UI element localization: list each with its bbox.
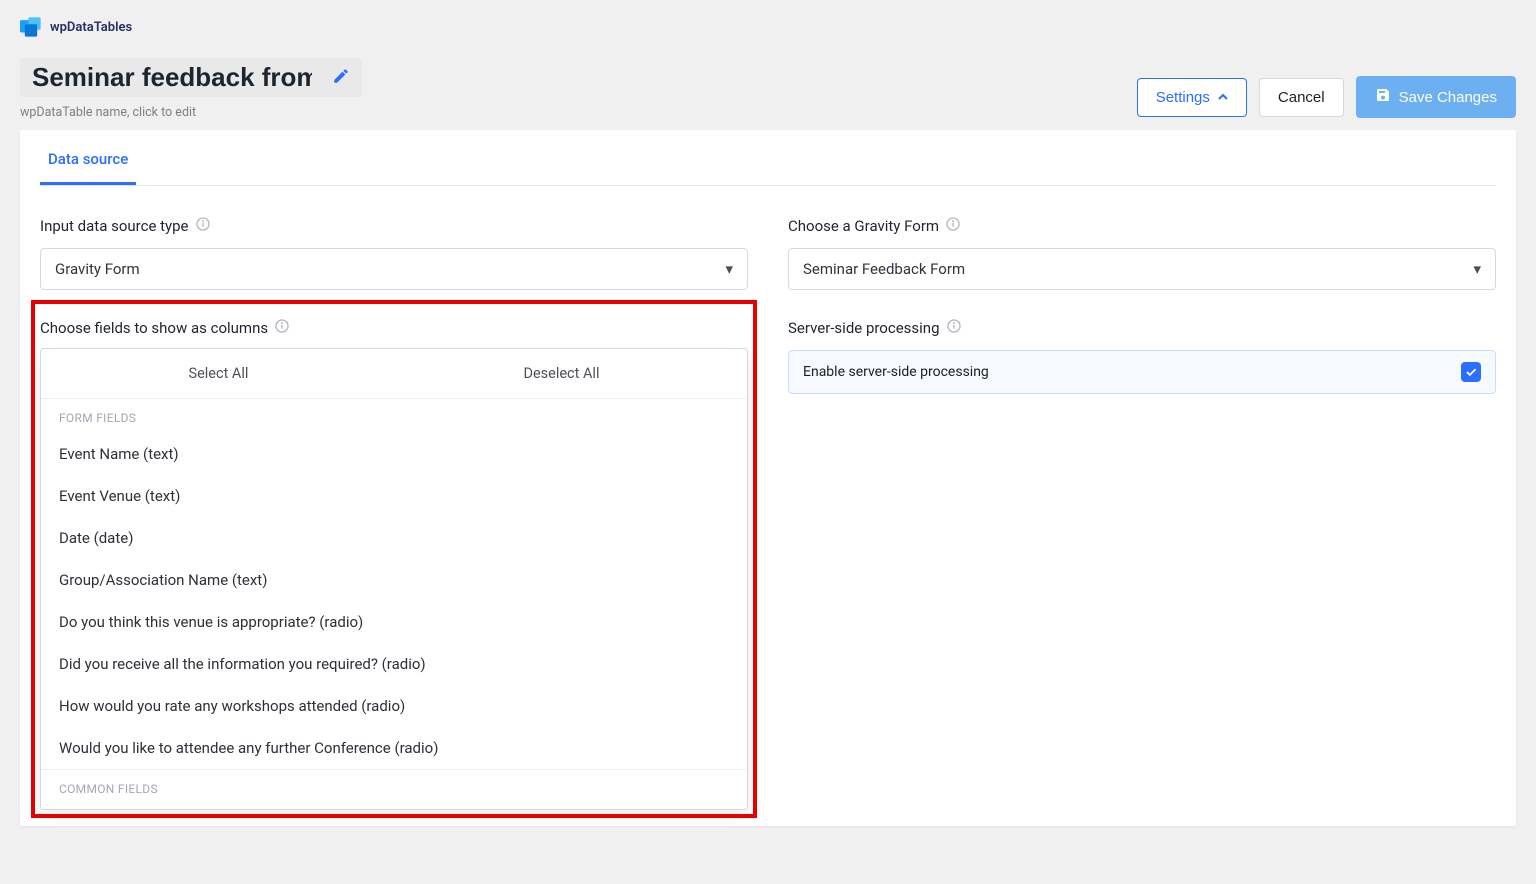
gravity-form-value: Seminar Feedback Form xyxy=(803,260,965,278)
wpdatatables-logo-icon xyxy=(20,16,42,38)
select-all-link[interactable]: Select All xyxy=(188,365,248,382)
field-option[interactable]: Date (date) xyxy=(41,517,747,559)
field-group-label: COMMON FIELDS xyxy=(41,769,747,804)
table-name-hint: wpDataTable name, click to edit xyxy=(20,105,362,120)
field-option[interactable]: Do you think this venue is appropriate? … xyxy=(41,601,747,643)
save-label: Save Changes xyxy=(1399,89,1497,106)
serverside-label: Server-side processing xyxy=(788,319,940,337)
deselect-all-link[interactable]: Deselect All xyxy=(523,365,599,382)
brand-name: wpDataTables xyxy=(50,20,132,35)
info-icon xyxy=(946,318,962,338)
settings-label: Settings xyxy=(1156,89,1210,106)
field-option[interactable]: Group/Association Name (text) xyxy=(41,559,747,601)
field-option[interactable]: Entry Date xyxy=(41,804,747,809)
save-button[interactable]: Save Changes xyxy=(1356,76,1516,118)
fields-dropdown-panel: Select All Deselect All FORM FIELDSEvent… xyxy=(40,348,748,810)
input-source-select[interactable]: Gravity Form ▾ xyxy=(40,248,748,290)
caret-down-icon: ▾ xyxy=(725,260,733,278)
brand-header: wpDataTables xyxy=(20,16,1516,38)
field-option[interactable]: Did you receive all the information you … xyxy=(41,643,747,685)
field-option[interactable]: Event Venue (text) xyxy=(41,475,747,517)
info-icon xyxy=(274,318,290,338)
field-group-label: FORM FIELDS xyxy=(41,399,747,433)
table-name-input[interactable] xyxy=(32,62,312,93)
cancel-button[interactable]: Cancel xyxy=(1259,78,1344,117)
fields-scroll[interactable]: FORM FIELDSEvent Name (text)Event Venue … xyxy=(41,399,747,809)
info-icon xyxy=(945,216,961,236)
tab-data-source[interactable]: Data source xyxy=(40,130,136,185)
field-option[interactable]: Event Name (text) xyxy=(41,433,747,475)
edit-icon xyxy=(332,67,350,89)
chevron-up-icon xyxy=(1218,89,1228,106)
choose-fields-label: Choose fields to show as columns xyxy=(40,319,268,337)
info-icon xyxy=(195,216,211,236)
table-name-input-wrap[interactable] xyxy=(20,58,362,97)
serverside-checkbox[interactable] xyxy=(1461,362,1481,382)
caret-down-icon: ▾ xyxy=(1473,260,1481,278)
save-icon xyxy=(1375,87,1391,107)
input-source-label: Input data source type xyxy=(40,217,189,235)
settings-card: Data source Input data source type Gravi… xyxy=(20,130,1516,826)
gravity-form-select[interactable]: Seminar Feedback Form ▾ xyxy=(788,248,1496,290)
field-option[interactable]: Would you like to attendee any further C… xyxy=(41,727,747,769)
choose-form-label: Choose a Gravity Form xyxy=(788,217,939,235)
field-option[interactable]: How would you rate any workshops attende… xyxy=(41,685,747,727)
serverside-toggle[interactable]: Enable server-side processing xyxy=(788,350,1496,394)
input-source-value: Gravity Form xyxy=(55,260,140,278)
serverside-enable-label: Enable server-side processing xyxy=(803,364,989,380)
settings-button[interactable]: Settings xyxy=(1137,78,1247,117)
